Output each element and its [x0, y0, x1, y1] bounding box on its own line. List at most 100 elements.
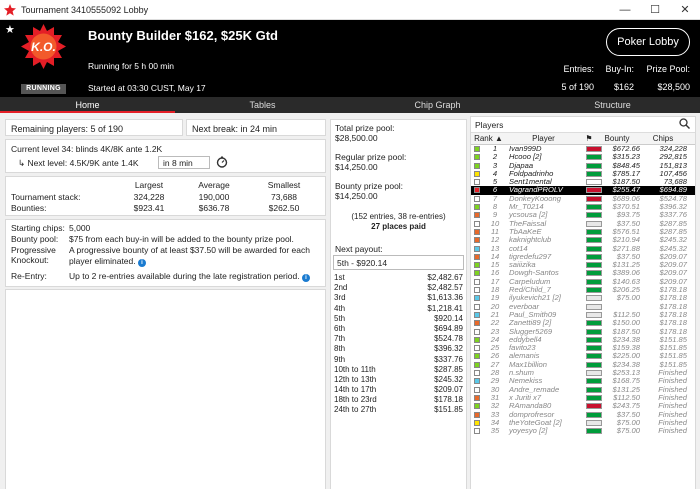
payout-amount: $209.07 [434, 385, 463, 395]
smallest-label: Smallest [267, 180, 301, 190]
country-flag-icon [586, 228, 602, 235]
payout-row: 18th to 23rd $178.18 [331, 395, 466, 405]
started-at: Started at 03:30 CUST, May 17 [88, 83, 206, 93]
player-name: alemanis [509, 352, 540, 361]
tab-home[interactable]: Home [0, 97, 175, 113]
table-color-icon [474, 419, 480, 426]
payout-place: 5th [334, 313, 346, 323]
prizepool-label: Prize Pool: [646, 64, 690, 74]
table-color-icon [474, 328, 480, 335]
next-level-timer: in 8 min [158, 156, 210, 169]
player-list: 1 Ivan999D $672.66 324,228 2 Hcooo [2] $315.23… [471, 144, 695, 435]
player-name: VagrandPROLV [509, 186, 563, 195]
largest-label: Largest [134, 180, 164, 190]
table-color-icon [474, 195, 480, 202]
payout-place: 1st [334, 273, 345, 282]
entries-value: 5 of 190 [561, 82, 594, 92]
starting-chips-value: 5,000 [69, 223, 91, 233]
player-row[interactable]: 35 yoyesyo [2] $75.00 Finished [471, 426, 695, 435]
payout-place: 9th [334, 354, 346, 364]
country-flag-icon [586, 361, 602, 368]
players-panel: Players Rank ▲ Player ⚑ Bounty Chips 1 Iv… [470, 116, 696, 489]
level-timer-icon[interactable] [216, 156, 228, 170]
table-color-icon [474, 262, 480, 269]
player-row[interactable]: 4 Foldpadrinho $785.17 107,456 [471, 169, 695, 178]
close-icon[interactable]: ✕ [670, 0, 700, 20]
country-flag-icon [586, 270, 602, 277]
country-flag-icon [586, 262, 602, 269]
country-flag-icon [586, 220, 602, 227]
player-name: kaknightclub [509, 236, 552, 245]
country-flag-icon [586, 428, 602, 435]
column-rank-label: Rank [474, 134, 493, 143]
country-flag-icon [586, 353, 602, 360]
table-color-icon [474, 353, 480, 360]
table-color-icon [474, 270, 480, 277]
payout-row: 7th $524.78 [331, 334, 466, 344]
country-flag-icon [586, 328, 602, 335]
remaining-players-text: Remaining players: 5 of 190 [11, 124, 124, 134]
player-name: Sent1mental [509, 178, 552, 187]
player-name: Foldpadrinho [509, 169, 554, 178]
payout-amount: $524.78 [434, 334, 463, 344]
country-flag-icon [586, 195, 602, 202]
table-color-icon [474, 170, 480, 177]
table-color-icon [474, 378, 480, 385]
tab-tables[interactable]: Tables [175, 97, 350, 113]
payout-row: 10th to 11th $287.85 [331, 365, 466, 375]
bounty-pool-label: Bounty pool: [11, 234, 59, 244]
table-color-icon [474, 336, 480, 343]
table-color-icon [474, 146, 480, 152]
payout-place: 6th [334, 323, 346, 333]
status-badge: RUNNING [21, 84, 66, 94]
poker-lobby-button[interactable]: Poker Lobby [606, 28, 690, 56]
tournament-header: ★ K.O. RUNNING Bounty Builder $162, $25K… [0, 20, 700, 97]
minimize-icon[interactable]: — [610, 0, 640, 20]
ko-badge-text: K.O. [31, 40, 56, 54]
stack-smallest: 73,688 [271, 192, 297, 202]
country-flag-icon [586, 146, 602, 152]
entries-note: (152 entries, 38 re-entries) [351, 212, 446, 221]
tab-bar: Home Tables Chip Graph Structure [0, 97, 700, 113]
player-name: ycsousa [2] [509, 211, 548, 220]
country-flag-icon [586, 287, 602, 294]
player-name: favito23 [509, 344, 536, 353]
maximize-icon[interactable]: ☐ [640, 0, 670, 20]
player-name: Andre_remade [509, 385, 560, 394]
country-flag-icon [586, 179, 602, 186]
country-flag-icon [586, 370, 602, 377]
player-name: Ivan999D [509, 145, 542, 153]
prize-pool-panel: Total prize pool: $28,500.00 Regular pri… [330, 119, 467, 489]
player-name: tigredefu297 [509, 252, 552, 261]
table-color-icon [474, 253, 480, 260]
progressive-label: Progressive Knockout: [11, 245, 56, 265]
buyin-stat: Buy-In: $162 [600, 64, 634, 92]
column-rank[interactable]: Rank ▲ [471, 134, 506, 143]
search-icon[interactable] [679, 118, 690, 131]
column-flag-icon[interactable]: ⚑ [581, 134, 597, 143]
payout-amount: $694.89 [434, 323, 463, 333]
payout-place: 2nd [334, 283, 348, 293]
bounty-prize-value: $14,250.00 [335, 191, 378, 201]
favorite-star-icon[interactable]: ★ [5, 23, 15, 36]
column-bounty[interactable]: Bounty [597, 134, 637, 143]
places-paid: 27 places paid [371, 222, 426, 231]
next-level-label: Next level: [27, 158, 68, 168]
table-color-icon [474, 237, 480, 244]
info-icon[interactable]: i [138, 259, 146, 267]
payout-place: 8th [334, 344, 346, 354]
table-color-icon [474, 187, 480, 194]
country-flag-icon [586, 154, 602, 161]
pokerstars-logo-icon [4, 3, 16, 16]
column-chips[interactable]: Chips [637, 134, 689, 143]
country-flag-icon [586, 278, 602, 285]
reentry-info-icon[interactable]: i [301, 274, 310, 282]
stack-largest: 324,228 [133, 192, 165, 202]
column-player[interactable]: Player [506, 134, 581, 143]
country-flag-icon [586, 394, 602, 401]
country-flag-icon [586, 386, 602, 393]
tab-chip-graph[interactable]: Chip Graph [350, 97, 525, 113]
tab-structure[interactable]: Structure [525, 97, 700, 113]
payout-amount: $396.32 [434, 344, 463, 354]
table-color-icon [474, 287, 480, 294]
